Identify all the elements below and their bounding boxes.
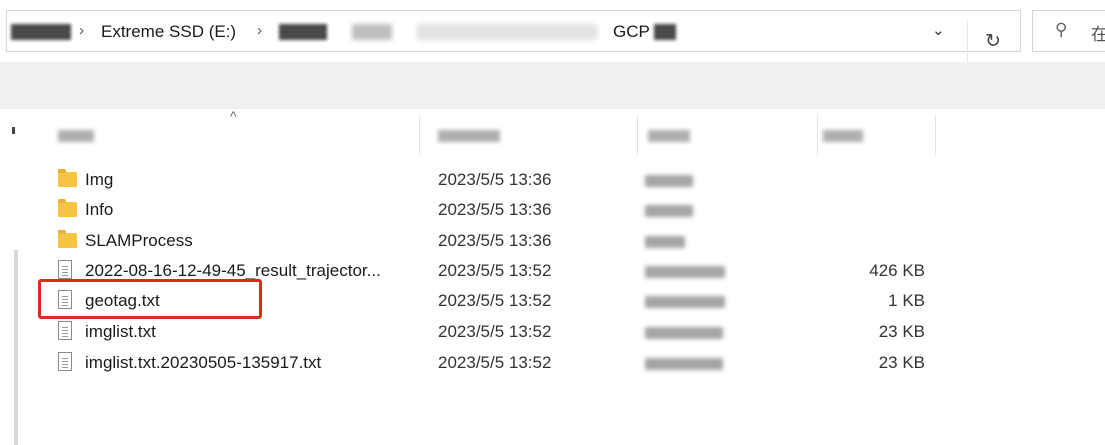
file-size: 1 KB <box>888 291 925 310</box>
file-size: 426 KB <box>869 261 925 280</box>
address-bar-area: › Extreme SSD (E:) › GCP ⌄ ↻ ⚲ 在 <box>0 0 1105 63</box>
file-name: Img <box>85 170 114 189</box>
list-item[interactable]: imglist.txt 2023/5/5 13:52 23 KB <box>50 316 930 346</box>
redacted-breadcrumb <box>279 24 327 40</box>
redacted-type <box>645 327 723 339</box>
search-placeholder: 在 <box>1091 25 1105 44</box>
search-icon: ⚲ <box>1055 20 1068 39</box>
file-date: 2023/5/5 13:36 <box>438 231 552 250</box>
file-name: Info <box>85 200 114 219</box>
column-header-type[interactable] <box>638 115 818 155</box>
redacted-type <box>645 236 685 248</box>
refresh-icon: ↻ <box>985 31 1001 52</box>
folder-icon <box>58 230 77 248</box>
file-date: 2023/5/5 13:52 <box>438 322 552 341</box>
file-date: 2023/5/5 13:52 <box>438 291 552 310</box>
nav-expand-icon[interactable] <box>12 127 15 134</box>
file-date: 2023/5/5 13:52 <box>438 261 552 280</box>
file-date: 2023/5/5 13:52 <box>438 353 552 372</box>
file-size: 23 KB <box>878 322 925 341</box>
redacted-type <box>645 358 723 370</box>
redacted-breadcrumb <box>417 24 597 40</box>
redacted-breadcrumb <box>654 24 676 40</box>
file-date: 2023/5/5 13:36 <box>438 200 552 219</box>
search-box[interactable]: ⚲ 在 <box>1032 10 1105 52</box>
column-header-date[interactable] <box>420 115 638 155</box>
refresh-button[interactable]: ↻ <box>967 21 1017 63</box>
redacted-type <box>645 205 693 217</box>
highlight-annotation-box <box>38 279 262 319</box>
column-header-size[interactable] <box>818 115 936 155</box>
redacted-type <box>645 175 693 187</box>
breadcrumb-separator: › <box>79 22 84 39</box>
file-name: imglist.txt <box>85 322 156 341</box>
text-file-icon <box>58 352 72 371</box>
command-bar <box>0 62 1105 109</box>
redacted-type <box>645 266 725 278</box>
chevron-down-icon[interactable]: ⌄ <box>932 21 945 39</box>
list-item[interactable]: SLAMProcess 2023/5/5 13:36 <box>50 225 930 255</box>
file-name: 2022-08-16-12-49-45_result_trajector... <box>85 261 381 280</box>
breadcrumb-folder[interactable]: GCP <box>613 22 650 42</box>
list-item[interactable]: Img 2023/5/5 13:36 <box>50 164 930 194</box>
list-item[interactable]: Info 2023/5/5 13:36 <box>50 194 930 224</box>
file-name: SLAMProcess <box>85 231 193 250</box>
column-header-name[interactable] <box>40 115 420 155</box>
file-size: 23 KB <box>878 353 925 372</box>
column-headers <box>40 115 940 155</box>
text-file-icon <box>58 321 72 340</box>
redacted-breadcrumb <box>11 24 71 40</box>
nav-scrollbar[interactable] <box>14 250 18 445</box>
text-file-icon <box>58 260 72 279</box>
file-date: 2023/5/5 13:36 <box>438 170 552 189</box>
file-name: imglist.txt.20230505-135917.txt <box>85 353 322 372</box>
redacted-type <box>645 296 725 308</box>
redacted-breadcrumb <box>352 24 392 40</box>
folder-icon <box>58 169 77 187</box>
navigation-pane <box>0 109 22 445</box>
address-bar[interactable]: › Extreme SSD (E:) › GCP ⌄ ↻ <box>6 10 1021 63</box>
list-item[interactable]: imglist.txt.20230505-135917.txt 2023/5/5… <box>50 347 930 377</box>
breadcrumb-drive[interactable]: Extreme SSD (E:) <box>101 22 236 42</box>
folder-icon <box>58 199 77 217</box>
breadcrumb-separator: › <box>257 22 262 39</box>
